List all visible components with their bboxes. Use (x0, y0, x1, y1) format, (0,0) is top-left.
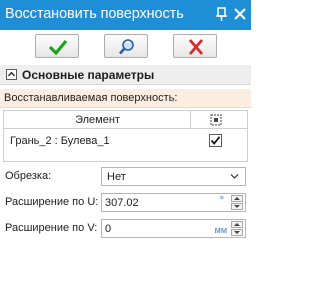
ext-v-increment-button[interactable] (231, 221, 243, 228)
table-header: Элемент (4, 111, 247, 129)
cancel-button[interactable] (173, 34, 217, 58)
trim-dropdown[interactable]: Нет (101, 167, 246, 186)
element-table: Элемент Грань_2 : Булева_1 (3, 110, 248, 162)
window-title: Восстановить поверхность (5, 6, 184, 22)
action-toolbar (0, 30, 251, 63)
ok-button[interactable] (35, 34, 79, 58)
ext-u-decrement-button[interactable] (231, 203, 243, 210)
title-bar: Восстановить поверхность (0, 0, 251, 30)
ext-v-label: Расширение по V: (5, 222, 98, 234)
ext-v-value[interactable]: 0 (105, 223, 111, 235)
check-icon (48, 39, 68, 56)
ext-u-value[interactable]: 307.02 (105, 197, 139, 209)
ext-u-unit: ° (219, 195, 224, 207)
surface-subheader: Восстанавливаемая поверхность: (0, 89, 251, 108)
surface-label: Восстанавливаемая поверхность: (4, 92, 178, 104)
collapse-icon[interactable] (6, 69, 17, 80)
ext-v-unit: мм (214, 225, 227, 235)
ext-u-increment-button[interactable] (231, 195, 243, 202)
magnifier-icon (119, 39, 134, 55)
table-row[interactable]: Грань_2 : Булева_1 (4, 129, 247, 151)
close-x-icon (188, 39, 204, 55)
ext-v-stepper[interactable] (231, 221, 243, 236)
ext-u-label: Расширение по U: (5, 196, 99, 208)
ext-u-stepper[interactable] (231, 195, 243, 210)
ext-v-decrement-button[interactable] (231, 229, 243, 236)
column-header-element[interactable]: Элемент (4, 111, 191, 129)
select-column-icon[interactable] (210, 114, 222, 126)
preview-button[interactable] (104, 34, 148, 58)
section-header[interactable]: Основные параметры (0, 65, 251, 85)
trim-value: Нет (107, 171, 126, 183)
ext-v-spinner[interactable]: 0 мм (101, 219, 246, 238)
ext-u-spinner[interactable]: 307.02 ° (101, 193, 246, 212)
close-icon[interactable] (233, 5, 247, 23)
row-checkbox[interactable] (209, 134, 222, 147)
chevron-down-icon (230, 174, 239, 179)
trim-label: Обрезка: (5, 170, 52, 182)
row-element-name: Грань_2 : Булева_1 (10, 135, 110, 147)
pin-icon[interactable] (215, 5, 229, 23)
section-title: Основные параметры (22, 68, 155, 82)
